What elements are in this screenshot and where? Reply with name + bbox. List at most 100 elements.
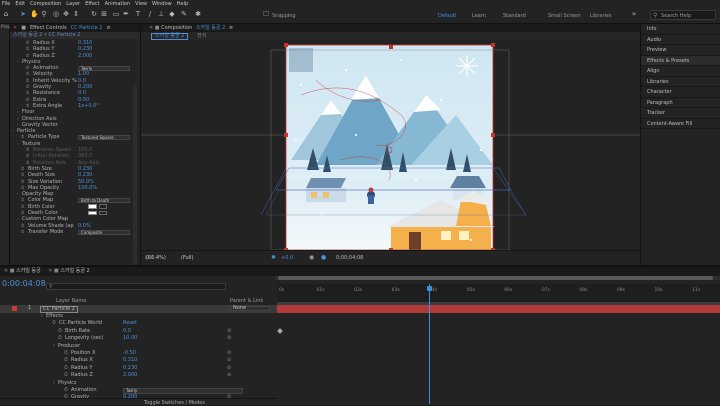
workspace-menu-icon[interactable]: »: [630, 10, 638, 19]
composition-viewer[interactable]: [141, 40, 640, 250]
timeline-property-value[interactable]: 0.0: [123, 328, 131, 336]
menu-view[interactable]: View: [135, 1, 147, 7]
panel-content-aware-fill[interactable]: Content-Aware Fill: [641, 119, 720, 129]
pan-camera-icon[interactable]: ✥: [62, 10, 70, 19]
expression-pickwhip-icon[interactable]: ⊘: [227, 365, 231, 373]
effect-property-row[interactable]: ⏱ Transfer Mode Composite: [10, 229, 140, 235]
stopwatch-icon[interactable]: ⏱: [64, 357, 68, 365]
dolly-camera-icon[interactable]: ⇕: [72, 10, 80, 19]
eyedropper-icon[interactable]: [99, 210, 107, 216]
composition-name-tab[interactable]: 스카일 동궁 2: [196, 25, 225, 31]
exposure-value[interactable]: +0.0: [281, 255, 293, 261]
close-icon[interactable]: ✕ ■: [4, 268, 16, 274]
menu-edit[interactable]: Edit: [15, 1, 25, 7]
composition-tab[interactable]: Composition: [161, 25, 192, 31]
timeline-property-value[interactable]: -0.50: [123, 350, 136, 358]
lock-icon[interactable]: ■: [21, 25, 26, 31]
workspace-default[interactable]: Default: [438, 13, 456, 19]
playhead-handle[interactable]: [427, 286, 433, 291]
rotation-tool-icon[interactable]: ↻: [90, 10, 98, 19]
close-icon[interactable]: ✕ ■: [48, 268, 60, 274]
type-tool-icon[interactable]: T: [134, 10, 142, 19]
timeline-property-value[interactable]: 0.230: [123, 365, 137, 373]
layer-row[interactable]: 1 CC Particle 2 None: [0, 305, 720, 313]
snapshot-icon[interactable]: ◉: [309, 254, 314, 261]
panel-menu-icon[interactable]: ≡: [106, 25, 110, 31]
menu-window[interactable]: Window: [152, 1, 172, 7]
clone-stamp-icon[interactable]: ⊥: [157, 10, 165, 19]
disclosure-triangle-icon[interactable]: ›: [53, 380, 55, 388]
timeline-property-row[interactable]: ⏱ CC Particle World Reset: [0, 320, 720, 328]
effect-controls-layer-tab[interactable]: CC Particle 2: [71, 25, 103, 31]
workspace-standard[interactable]: Standard: [503, 13, 526, 19]
stopwatch-icon[interactable]: ⏱: [21, 229, 24, 235]
anchor-point-icon[interactable]: ⊞: [100, 10, 108, 19]
brush-tool-icon[interactable]: /: [146, 10, 154, 19]
effect-property-dropdown[interactable]: Textured Square: [78, 135, 130, 141]
timeline-property-row[interactable]: › Effects: [0, 313, 720, 321]
timeline-property-dropdown[interactable]: Twirly: [123, 388, 243, 394]
panel-libraries[interactable]: Libraries: [641, 77, 720, 87]
search-help-input[interactable]: Search Help: [661, 13, 691, 19]
timeline-property-row[interactable]: ⏱ Radius Y 0.230 ⊘: [0, 365, 720, 373]
disclosure-triangle-icon[interactable]: ›: [53, 343, 55, 351]
project-panel-collapsed[interactable]: Projec: [0, 24, 15, 265]
stopwatch-icon[interactable]: ⏱: [58, 328, 62, 336]
panel-effects-presets[interactable]: Effects & Presets: [641, 55, 720, 66]
layer-name[interactable]: CC Particle 2: [40, 306, 78, 313]
timeline-property-row[interactable]: ⏱ Animation Twirly: [0, 387, 720, 395]
composition-subtab-main[interactable]: 스카일 동궁 2: [151, 33, 189, 40]
timeline-tab-1[interactable]: 스카일 동궁: [16, 268, 41, 274]
panel-align[interactable]: Align: [641, 66, 720, 77]
roto-brush-icon[interactable]: ✎: [180, 10, 188, 19]
workspace-small-screen[interactable]: Small Screen: [548, 13, 581, 19]
close-icon[interactable]: ✕: [13, 25, 17, 31]
expression-pickwhip-icon[interactable]: ⊘: [227, 335, 231, 343]
snapping-checkbox-icon[interactable]: ☐: [262, 10, 270, 19]
expression-pickwhip-icon[interactable]: ⊘: [227, 372, 231, 380]
stopwatch-icon[interactable]: ⏱: [58, 335, 62, 343]
layer-duration-bar[interactable]: [277, 305, 720, 313]
timeline-property-value[interactable]: 10.00: [123, 335, 137, 343]
expression-pickwhip-icon[interactable]: ⊘: [227, 357, 231, 365]
time-navigator-range[interactable]: [278, 276, 713, 280]
menu-effect[interactable]: Effect: [85, 1, 99, 7]
menu-layer[interactable]: Layer: [66, 1, 80, 7]
time-navigator[interactable]: [275, 276, 720, 280]
effect-property-dropdown[interactable]: Composite: [78, 229, 130, 235]
panel-preview[interactable]: Preview: [641, 45, 720, 56]
layer-label-color[interactable]: [12, 306, 17, 311]
effect-property-dropdown[interactable]: Birth to Death: [78, 198, 130, 204]
zoom-dropdown[interactable]: (66.4%): [146, 255, 166, 261]
timeline-search-input[interactable]: ⚲: [46, 283, 226, 290]
expression-pickwhip-icon[interactable]: ⊘: [227, 328, 231, 336]
zoom-tool-icon[interactable]: ⚲: [40, 10, 48, 19]
stopwatch-icon[interactable]: ⏱: [52, 320, 56, 328]
effect-property-dropdown[interactable]: Twirly: [78, 65, 130, 71]
timeline-property-row[interactable]: › Producer: [0, 343, 720, 351]
toggle-switches-modes[interactable]: Toggle Switches / Modes: [144, 400, 205, 406]
panel-character[interactable]: Character: [641, 87, 720, 98]
timeline-property-row[interactable]: ⏱ Radius X 0.310 ⊘: [0, 357, 720, 365]
eraser-tool-icon[interactable]: ◆: [168, 10, 176, 19]
current-time-display[interactable]: 0;00;04;08: [336, 255, 363, 261]
time-ruler[interactable]: 0s 01s 02s 03s 04s 05s 06s 07s 08s 09s 10s 11s: [277, 284, 720, 302]
timeline-property-value[interactable]: 0.310: [123, 357, 137, 365]
composition-canvas[interactable]: [141, 40, 640, 250]
timeline-property-value[interactable]: Reset: [123, 320, 137, 328]
panel-audio[interactable]: Audio: [641, 35, 720, 45]
puppet-pin-icon[interactable]: ✱: [194, 10, 202, 19]
color-swatch[interactable]: [88, 204, 97, 209]
home-icon[interactable]: ⌂: [2, 10, 10, 19]
effect-controls-tab[interactable]: Effect Controls: [30, 25, 67, 31]
workspace-learn[interactable]: Learn: [472, 13, 486, 19]
timeline-tab-2[interactable]: 스카일 동궁 2: [60, 268, 89, 274]
timeline-property-row[interactable]: › Physics: [0, 380, 720, 388]
exposure-icon[interactable]: ✹: [271, 254, 276, 261]
menu-file[interactable]: File: [2, 1, 10, 7]
eyedropper-icon[interactable]: [99, 204, 107, 209]
timeline-property-row[interactable]: ⏱ Radius Z 2.000 ⊘: [0, 372, 720, 380]
hand-tool-icon[interactable]: ✋: [30, 10, 39, 19]
menu-composition[interactable]: Composition: [30, 1, 61, 7]
timeline-property-row[interactable]: ⏱ Birth Rate 0.0 ⊘: [0, 328, 720, 336]
